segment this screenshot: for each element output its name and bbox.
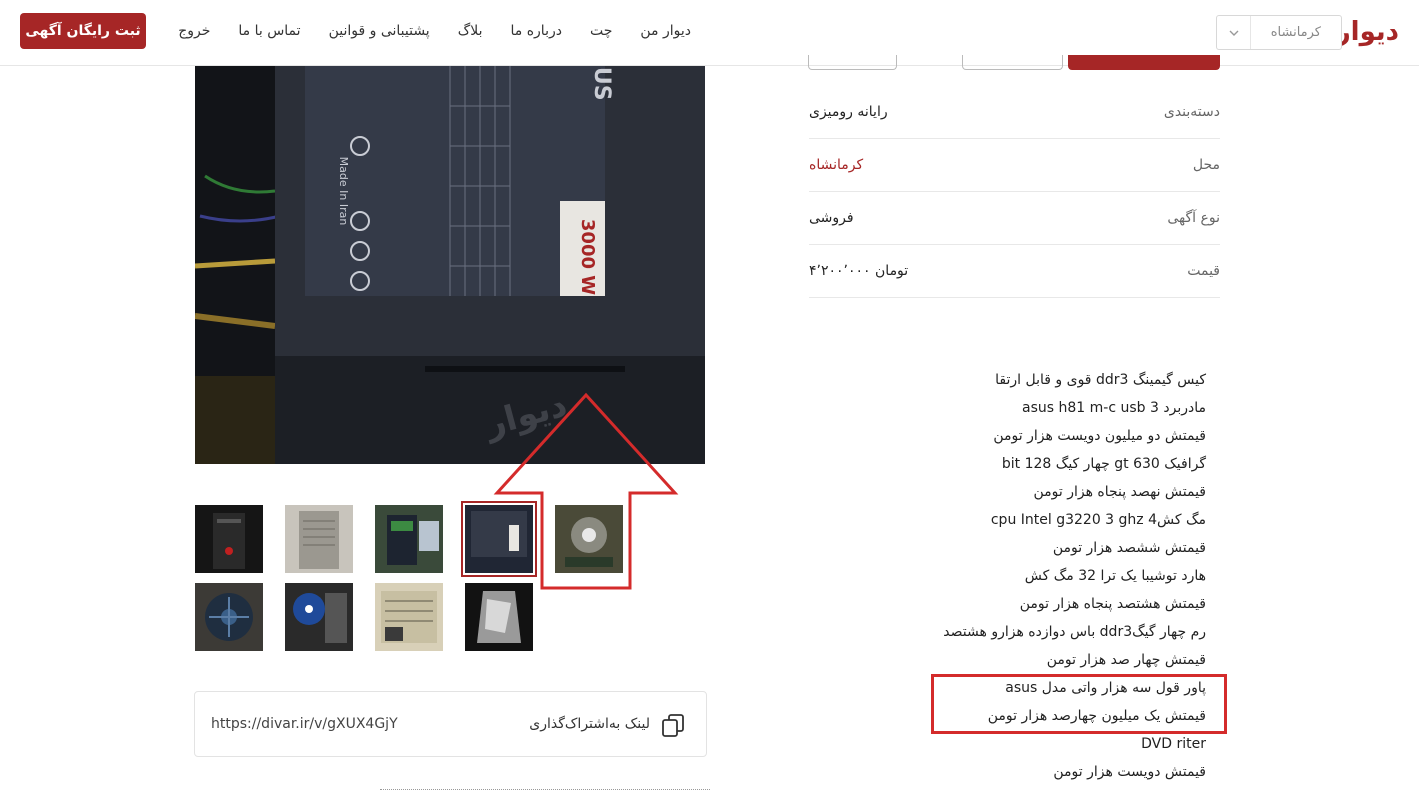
annotation-arrow [493, 392, 679, 590]
annotation-arrow-overlay [493, 392, 679, 590]
